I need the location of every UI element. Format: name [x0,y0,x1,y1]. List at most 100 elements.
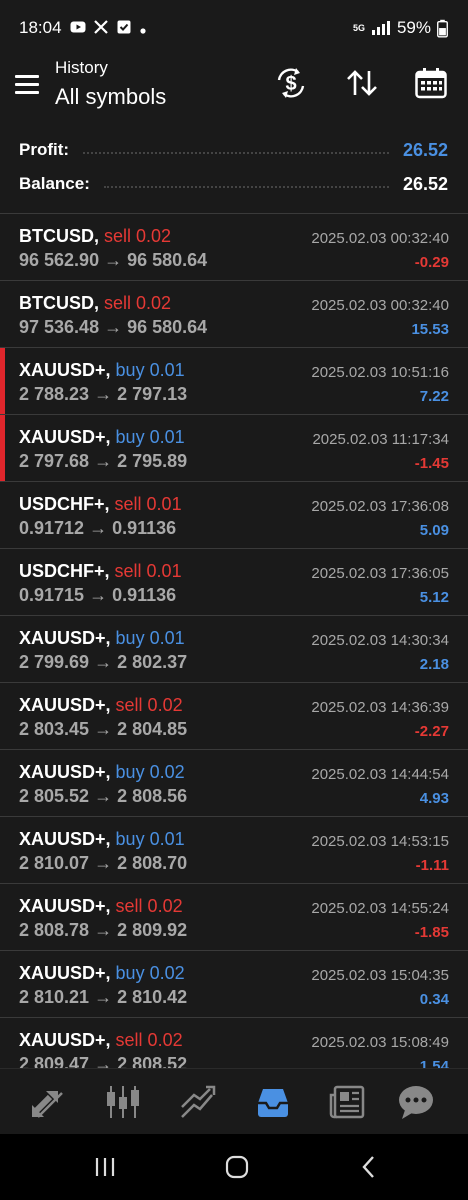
menu-icon[interactable] [15,75,39,95]
symbol-name: BTCUSD, [19,226,99,246]
profit-label: Profit: [19,140,70,159]
back-icon[interactable] [356,1154,382,1180]
deal-time: 2025.02.03 17:36:05 [311,565,449,582]
deal-profit: 1.54 [419,1058,449,1068]
check-icon [117,20,131,34]
symbol-name: BTCUSD, [19,293,99,313]
deal-side-volume: sell 0.02 [115,896,183,916]
chart-icon[interactable] [103,1083,143,1121]
symbol-name: XAUUSD+, [19,1030,111,1050]
deal-row[interactable]: XAUUSD+, buy 0.01 2 799.69 → 2 802.37 2025… [0,616,468,683]
deal-list[interactable]: BTCUSD, sell 0.02 96 562.90 → 96 580.64 20… [0,214,468,1068]
deal-prices: 0.91712 → 0.91136 [19,518,177,538]
signal-icon [371,21,390,35]
quotes-icon[interactable] [28,1083,68,1121]
deal-symbol: XAUUSD+, buy 0.01 [19,427,185,448]
dotted-leader [103,186,389,188]
deal-prices: 2 803.45 → 2 804.85 [19,719,188,739]
deal-side-volume: sell 0.02 [104,293,172,313]
deal-side-volume: buy 0.01 [115,360,185,380]
deal-side-volume: buy 0.02 [115,762,185,782]
deal-prices: 2 810.21 → 2 810.42 [19,987,188,1007]
deal-profit: -1.45 [414,455,449,472]
deal-symbol: BTCUSD, sell 0.02 [19,226,171,247]
deal-time: 2025.02.03 00:32:40 [311,297,449,314]
deal-row[interactable]: BTCUSD, sell 0.02 96 562.90 → 96 580.64 20… [0,214,468,281]
deal-row[interactable]: XAUUSD+, sell 0.02 2 808.78 → 2 809.92 202… [0,884,468,951]
deal-row[interactable]: XAUUSD+, buy 0.01 2 810.07 → 2 808.70 2025… [0,817,468,884]
deal-side-volume: sell 0.01 [114,494,182,514]
dotted-leader [83,152,389,154]
deal-symbol: XAUUSD+, sell 0.02 [19,1030,183,1051]
battery-percent: 59% [396,18,431,37]
deal-prices: 97 536.48 → 96 580.64 [19,317,208,337]
trade-icon[interactable] [178,1083,218,1121]
deal-prices: 2 788.23 → 2 797.13 [19,384,188,404]
deal-time: 2025.02.03 15:08:49 [311,1034,449,1051]
dot-icon [140,28,146,34]
deal-symbol: XAUUSD+, buy 0.01 [19,829,185,850]
deal-row[interactable]: XAUUSD+, sell 0.02 2 809.47 → 2 808.52 202… [0,1018,468,1068]
deal-profit: 15.53 [411,321,449,338]
deal-prices: 2 805.52 → 2 808.56 [19,786,188,806]
symbol-name: XAUUSD+, [19,829,111,849]
deal-row[interactable]: XAUUSD+, sell 0.02 2 803.45 → 2 804.85 202… [0,683,468,750]
deal-prices: 2 799.69 → 2 802.37 [19,652,188,672]
home-icon[interactable] [224,1154,250,1180]
deal-side-volume: sell 0.02 [115,695,183,715]
symbol-name: XAUUSD+, [19,628,111,648]
deal-profit: -2.27 [414,723,449,740]
status-bar: 18:04 5G 59% [0,0,468,58]
messages-icon[interactable] [396,1083,436,1121]
calendar-icon[interactable] [414,66,448,100]
symbol-name: XAUUSD+, [19,360,111,380]
deal-symbol: XAUUSD+, sell 0.02 [19,896,183,917]
deal-symbol: USDCHF+, sell 0.01 [19,561,182,582]
currency-exchange-icon[interactable]: $ [274,66,308,100]
history-icon[interactable] [253,1083,293,1121]
deal-time: 2025.02.03 14:36:39 [311,699,449,716]
deal-prices: 0.91715 → 0.91136 [19,585,177,605]
deal-row[interactable]: XAUUSD+, buy 0.01 2 797.68 → 2 795.89 2025… [0,415,468,482]
deal-prices: 2 809.47 → 2 808.52 [19,1054,188,1068]
deal-symbol: BTCUSD, sell 0.02 [19,293,171,314]
recent-apps-icon[interactable] [92,1154,118,1180]
system-navigation [0,1134,468,1200]
header-subtitle: History [55,58,108,77]
deal-profit: -1.85 [414,924,449,941]
deal-prices: 96 562.90 → 96 580.64 [19,250,208,270]
status-time: 18:04 [19,18,62,37]
symbol-name: USDCHF+, [19,494,110,514]
deal-prices: 2 810.07 → 2 808.70 [19,853,188,873]
profit-value: 26.52 [402,139,448,160]
deal-side-volume: sell 0.01 [114,561,182,581]
deal-time: 2025.02.03 17:36:08 [311,498,449,515]
sort-icon[interactable] [345,66,379,100]
deal-row[interactable]: USDCHF+, sell 0.01 0.91715 → 0.91136 2025.… [0,549,468,616]
deal-side-volume: buy 0.01 [115,829,185,849]
deal-time: 2025.02.03 00:32:40 [311,230,449,247]
deal-time: 2025.02.03 14:53:15 [311,833,449,850]
deal-symbol: XAUUSD+, buy 0.01 [19,360,185,381]
notification-icons [70,19,147,35]
deal-side-volume: sell 0.02 [115,1030,183,1050]
deal-row[interactable]: XAUUSD+, buy 0.02 2 805.52 → 2 808.56 2025… [0,750,468,817]
deal-row[interactable]: BTCUSD, sell 0.02 97 536.48 → 96 580.64 20… [0,281,468,348]
deal-side-volume: sell 0.02 [104,226,172,246]
deal-time: 2025.02.03 14:55:24 [311,900,449,917]
deal-row[interactable]: XAUUSD+, buy 0.02 2 810.21 → 2 810.42 2025… [0,951,468,1018]
deal-side-volume: buy 0.01 [115,628,185,648]
symbol-name: XAUUSD+, [19,963,111,983]
balance-label: Balance: [19,174,90,193]
news-icon[interactable] [327,1083,367,1121]
battery-icon [437,19,448,37]
bottom-navigation [0,1068,468,1135]
deal-side-volume: buy 0.01 [115,427,185,447]
page-title: All symbols [55,84,167,109]
deal-row[interactable]: XAUUSD+, buy 0.01 2 788.23 → 2 797.13 2025… [0,348,468,415]
deal-row[interactable]: USDCHF+, sell 0.01 0.91712 → 0.91136 2025.… [0,482,468,549]
deal-symbol: USDCHF+, sell 0.01 [19,494,182,515]
symbol-name: XAUUSD+, [19,427,111,447]
account-summary: Profit: 26.52 Balance: 26.52 [0,132,468,212]
deal-profit: 4.93 [419,790,449,807]
